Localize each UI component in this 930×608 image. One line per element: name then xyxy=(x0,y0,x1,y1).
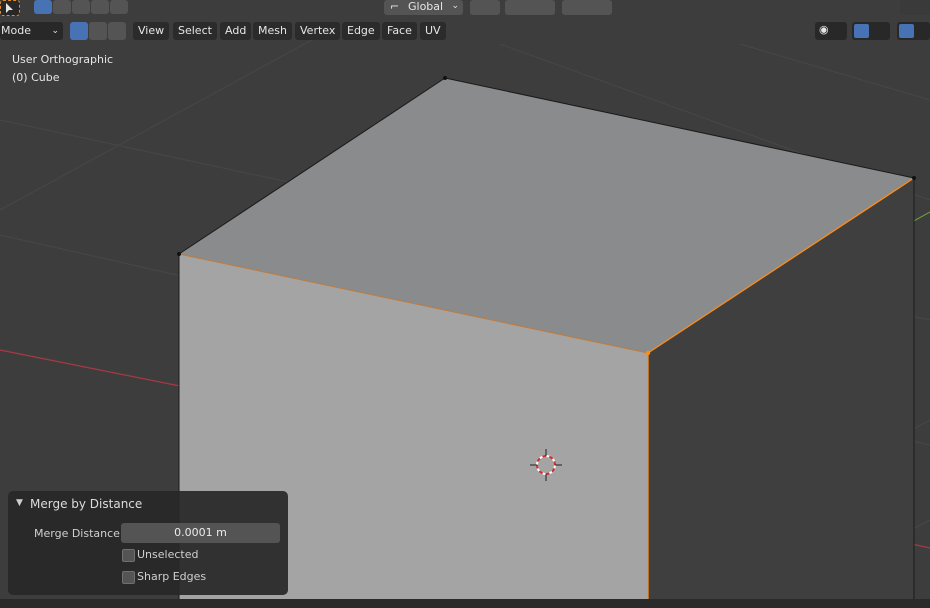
gizmo-top-icon[interactable] xyxy=(900,0,930,15)
y-axis-line-right xyxy=(911,211,930,223)
unselected-label: Unselected xyxy=(137,548,199,561)
menu-uv[interactable]: UV xyxy=(420,22,446,40)
viewport-header: ⌐ Global ⌄ Mode ⌄ View Select Add Mesh V… xyxy=(0,0,930,44)
gizmo-icon[interactable] xyxy=(852,22,890,40)
select-cursor-icon[interactable] xyxy=(0,0,20,16)
transform-orientation-label: Global xyxy=(408,0,444,13)
x-axis-line-left xyxy=(0,349,181,387)
orientation-icon: ⌐ xyxy=(390,0,400,13)
collapse-triangle-icon[interactable]: ▼ xyxy=(16,498,23,508)
chevron-down-icon: ⌄ xyxy=(451,1,459,11)
select-invert-icon[interactable] xyxy=(91,0,109,14)
sharp-edges-checkbox[interactable] xyxy=(122,571,135,584)
menu-add[interactable]: Add xyxy=(220,22,252,40)
menu-face[interactable]: Face xyxy=(382,22,417,40)
merge-distance-label: Merge Distance xyxy=(34,527,120,540)
mode-label: Mode xyxy=(1,24,31,37)
merge-by-distance-panel[interactable]: ▼ Merge by Distance Merge Distance 0.000… xyxy=(8,491,288,595)
status-bar xyxy=(0,599,930,608)
snap-icon[interactable] xyxy=(505,0,555,15)
menu-view[interactable]: View xyxy=(133,22,170,40)
menu-select[interactable]: Select xyxy=(173,22,217,40)
chevron-down-icon: ⌄ xyxy=(51,26,59,36)
face-select-mode-icon[interactable] xyxy=(108,22,126,40)
select-extend-icon[interactable] xyxy=(53,0,71,14)
vertex-select-mode-icon[interactable] xyxy=(70,22,88,40)
visibility-icon[interactable]: ◉ xyxy=(815,22,847,40)
menu-edge[interactable]: Edge xyxy=(342,22,380,40)
select-box-icon[interactable] xyxy=(34,0,52,14)
overlay-icon[interactable] xyxy=(897,22,930,40)
menu-vertex[interactable]: Vertex xyxy=(295,22,341,40)
selected-vertex[interactable] xyxy=(645,350,651,356)
unselected-checkbox[interactable] xyxy=(122,549,135,562)
sharp-edges-label: Sharp Edges xyxy=(137,570,207,583)
mode-dropdown[interactable]: Mode ⌄ xyxy=(0,22,63,40)
pivot-icon[interactable] xyxy=(470,0,500,15)
view-name-label: User Orthographic xyxy=(12,53,114,66)
edge-select-mode-icon[interactable] xyxy=(89,22,107,40)
panel-title[interactable]: Merge by Distance xyxy=(30,497,142,511)
transform-orientation-dropdown[interactable]: ⌐ Global ⌄ xyxy=(384,0,463,15)
menu-mesh[interactable]: Mesh xyxy=(253,22,292,40)
object-name-label: (0) Cube xyxy=(12,71,60,84)
proportional-icon[interactable] xyxy=(562,0,612,15)
merge-distance-field[interactable]: 0.0001 m xyxy=(121,523,280,543)
select-subtract-icon[interactable] xyxy=(72,0,90,14)
select-intersect-icon[interactable] xyxy=(110,0,128,14)
